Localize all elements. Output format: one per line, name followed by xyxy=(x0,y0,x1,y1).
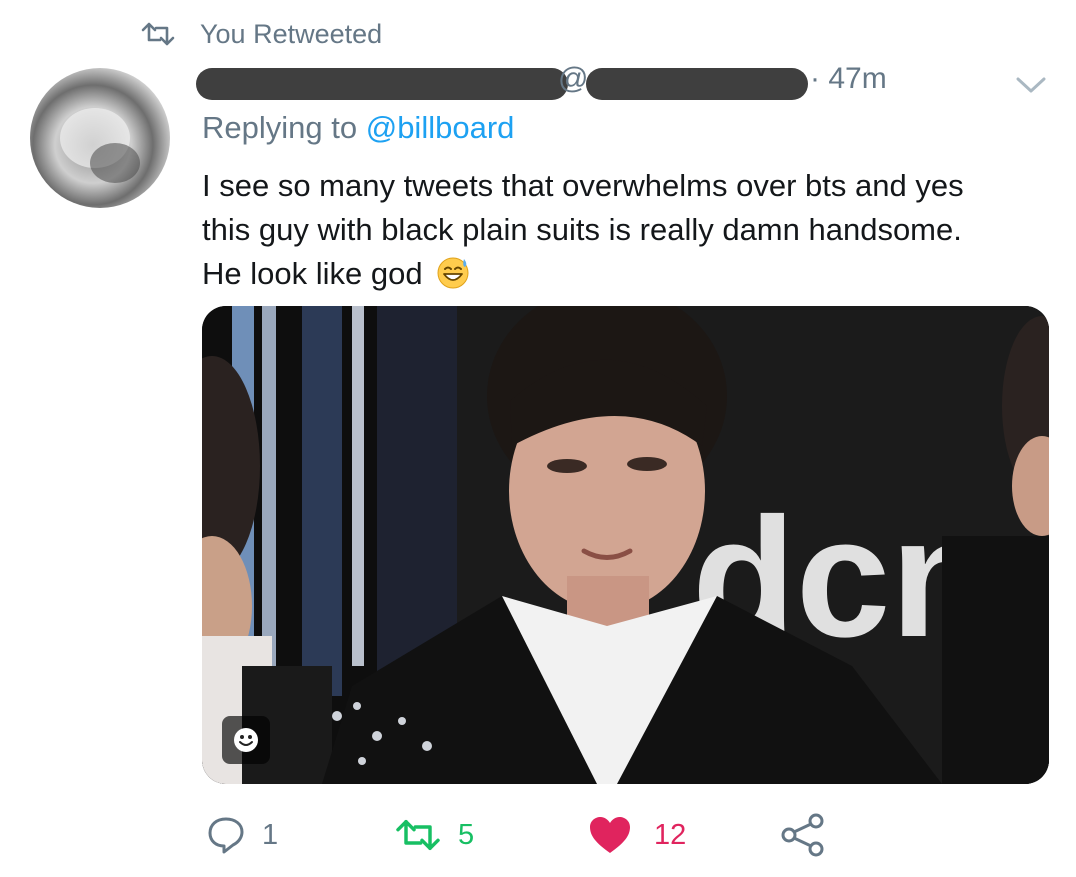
retweet-count: 5 xyxy=(458,818,475,851)
reply-action[interactable]: 1 xyxy=(206,810,278,860)
sticker-smiley-icon[interactable] xyxy=(222,716,270,764)
tweet-text-line: I see so many tweets that overwhelms ove… xyxy=(202,168,964,203)
tweet-text-line: He look like god xyxy=(202,252,1062,296)
retweeted-header: You Retweeted xyxy=(140,14,382,54)
retweet-action[interactable]: 5 xyxy=(394,810,474,860)
retweet-icon[interactable] xyxy=(394,817,442,853)
tweet-time[interactable]: · 47m xyxy=(810,62,887,96)
replying-to: Replying to @billboard xyxy=(202,110,514,146)
reply-count: 1 xyxy=(262,818,279,851)
grinning-face-with-sweat-icon xyxy=(437,257,469,289)
reply-icon[interactable] xyxy=(206,815,246,855)
share-action[interactable] xyxy=(780,810,826,860)
reply-handle-link[interactable]: @billboard xyxy=(366,110,515,145)
like-action[interactable]: 12 xyxy=(588,810,686,860)
tweet-text: I see so many tweets that overwhelms ove… xyxy=(202,164,1062,296)
tweet-text-line: this guy with black plain suits is reall… xyxy=(202,212,962,247)
chevron-down-icon[interactable] xyxy=(1014,74,1048,96)
like-count: 12 xyxy=(654,818,687,851)
tweet-media-image[interactable]: dcn xyxy=(202,306,1049,784)
heart-icon[interactable] xyxy=(588,815,632,855)
avatar[interactable] xyxy=(30,68,170,208)
retweet-icon xyxy=(141,22,175,46)
redacted-display-name[interactable] xyxy=(196,68,568,100)
reply-prefix: Replying to xyxy=(202,110,366,145)
retweeted-label: You Retweeted xyxy=(200,18,383,49)
redacted-handle[interactable] xyxy=(586,68,808,100)
handle-at-symbol: @ xyxy=(558,62,589,95)
share-icon[interactable] xyxy=(780,812,826,858)
